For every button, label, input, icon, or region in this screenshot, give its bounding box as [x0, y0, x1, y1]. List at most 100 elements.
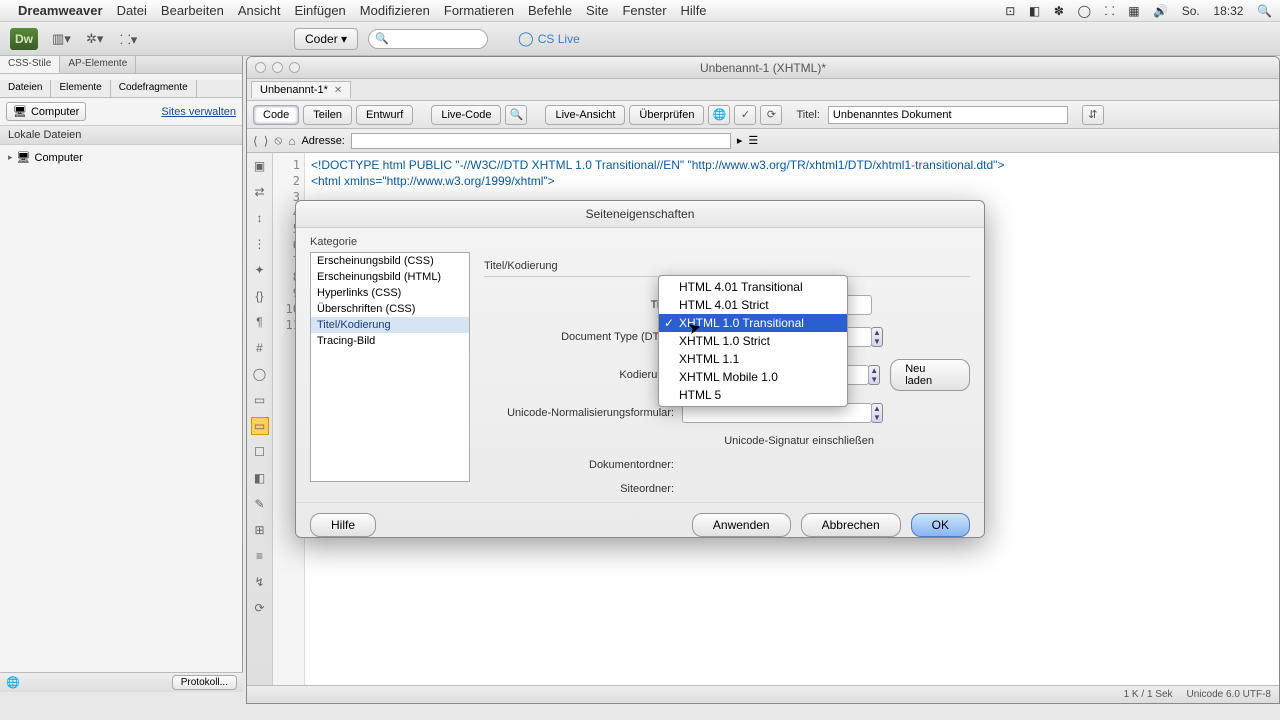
- computer-select[interactable]: Computer: [6, 102, 86, 121]
- protokoll-button[interactable]: Protokoll...: [172, 675, 237, 690]
- neu-laden-button[interactable]: Neu laden: [890, 359, 970, 391]
- close-icon[interactable]: [255, 62, 266, 73]
- hilfe-button[interactable]: Hilfe: [310, 513, 376, 537]
- kategorie-item[interactable]: Überschriften (CSS): [311, 301, 469, 317]
- kategorie-item[interactable]: Erscheinungsbild (HTML): [311, 269, 469, 285]
- tool-icon[interactable]: ⋮: [251, 235, 269, 253]
- dtd-dropdown-popup[interactable]: HTML 4.01 Transitional HTML 4.01 Strict …: [658, 275, 848, 407]
- unicode-stepper-icon[interactable]: ▲▼: [871, 403, 883, 423]
- minimize-icon[interactable]: [272, 62, 283, 73]
- file-tree[interactable]: 🖥Computer: [0, 145, 242, 170]
- tab-elemente[interactable]: Elemente: [51, 80, 110, 97]
- view-code-button[interactable]: Code: [253, 105, 299, 125]
- view-teilen-button[interactable]: Teilen: [303, 105, 352, 125]
- workspace-selector[interactable]: Coder ▾: [294, 28, 358, 50]
- stop-icon[interactable]: ⦸: [274, 133, 282, 148]
- status-icon[interactable]: ◧: [1029, 4, 1040, 18]
- back-icon[interactable]: ⟨: [253, 134, 258, 148]
- menu-hilfe[interactable]: Hilfe: [681, 3, 707, 18]
- tool-icon[interactable]: ≡: [251, 547, 269, 565]
- menu-site[interactable]: Site: [586, 3, 608, 18]
- zoom-icon[interactable]: [289, 62, 300, 73]
- dtd-option[interactable]: HTML 5: [659, 386, 847, 404]
- tool-icon[interactable]: ⇄: [251, 183, 269, 201]
- tab-dateien[interactable]: Dateien: [0, 80, 51, 97]
- tool-icon[interactable]: #: [251, 339, 269, 357]
- cs-live-button[interactable]: CS Live: [518, 30, 580, 47]
- inspect-icon[interactable]: 🔍: [505, 105, 527, 125]
- tool-icon[interactable]: ☐: [251, 443, 269, 461]
- anwenden-button[interactable]: Anwenden: [692, 513, 791, 537]
- ok-button[interactable]: OK: [911, 513, 970, 537]
- search-input[interactable]: 🔍: [368, 29, 488, 49]
- status-icon[interactable]: ▦: [1128, 4, 1139, 18]
- dtd-option[interactable]: XHTML Mobile 1.0: [659, 368, 847, 386]
- globe-preview-icon[interactable]: 🌐: [708, 105, 730, 125]
- doc-tab-1[interactable]: Unbenannt-1*✕: [251, 81, 351, 98]
- sites-verwalten-link[interactable]: Sites verwalten: [161, 106, 236, 118]
- tool-icon[interactable]: ¶: [251, 313, 269, 331]
- live-ansicht-button[interactable]: Live-Ansicht: [545, 105, 625, 125]
- view-entwurf-button[interactable]: Entwurf: [356, 105, 413, 125]
- traffic-lights[interactable]: [255, 62, 300, 73]
- menu-fenster[interactable]: Fenster: [622, 3, 666, 18]
- status-icon[interactable]: ⸬: [1105, 4, 1115, 18]
- tool-icon[interactable]: ▣: [251, 157, 269, 175]
- dtd-stepper-icon[interactable]: ▲▼: [871, 327, 883, 347]
- layout-icon[interactable]: ▥▾: [52, 29, 76, 49]
- tree-root-computer[interactable]: 🖥Computer: [8, 149, 234, 166]
- addr-list-icon[interactable]: ☰: [748, 134, 758, 147]
- dtd-option-selected[interactable]: XHTML 1.0 Transitional: [659, 314, 847, 332]
- status-icon[interactable]: ◯: [1078, 4, 1091, 18]
- status-icon[interactable]: ✽: [1054, 4, 1064, 18]
- tool-icon[interactable]: ◧: [251, 469, 269, 487]
- tool-icon[interactable]: ⊞: [251, 521, 269, 539]
- validate-icon[interactable]: ✓: [734, 105, 756, 125]
- globe-icon[interactable]: 🌐: [6, 676, 20, 689]
- status-icon[interactable]: ⊡: [1005, 4, 1015, 18]
- tab-ap-elemente[interactable]: AP-Elemente: [60, 56, 136, 73]
- live-code-button[interactable]: Live-Code: [431, 105, 501, 125]
- bom-checkbox-label[interactable]: Unicode-Signatur einschließen: [484, 435, 874, 447]
- tab-codefragmente[interactable]: Codefragmente: [111, 80, 197, 97]
- gear-icon[interactable]: ✲▾: [86, 29, 110, 49]
- tool-icon[interactable]: {}: [251, 287, 269, 305]
- addr-go-icon[interactable]: ▸: [737, 134, 743, 147]
- file-mgmt-icon[interactable]: ⇵: [1082, 105, 1104, 125]
- dtd-option[interactable]: HTML 4.01 Transitional: [659, 278, 847, 296]
- tool-icon[interactable]: ▭: [251, 417, 269, 435]
- dtd-option[interactable]: HTML 4.01 Strict: [659, 296, 847, 314]
- kodierung-stepper-icon[interactable]: ▲▼: [868, 365, 880, 385]
- dtd-option[interactable]: XHTML 1.0 Strict: [659, 332, 847, 350]
- menu-datei[interactable]: Datei: [117, 3, 147, 18]
- spotlight-icon[interactable]: 🔍: [1257, 4, 1272, 18]
- tab-css-stile[interactable]: CSS-Stile: [0, 56, 60, 73]
- tool-icon[interactable]: ◯: [251, 365, 269, 383]
- refresh-icon[interactable]: ⟳: [760, 105, 782, 125]
- menu-ansicht[interactable]: Ansicht: [238, 3, 281, 18]
- titel-input[interactable]: [828, 106, 1068, 124]
- kategorie-item[interactable]: Erscheinungsbild (CSS): [311, 253, 469, 269]
- dtd-option[interactable]: XHTML 1.1: [659, 350, 847, 368]
- tool-icon[interactable]: ↕: [251, 209, 269, 227]
- home-icon[interactable]: ⌂: [288, 134, 295, 148]
- abbrechen-button[interactable]: Abbrechen: [801, 513, 901, 537]
- tool-icon[interactable]: ▭: [251, 391, 269, 409]
- volume-icon[interactable]: 🔊: [1153, 4, 1168, 18]
- tool-icon[interactable]: ✎: [251, 495, 269, 513]
- kategorie-item[interactable]: Hyperlinks (CSS): [311, 285, 469, 301]
- tool-icon[interactable]: ↯: [251, 573, 269, 591]
- kategorie-item[interactable]: Tracing-Bild: [311, 333, 469, 349]
- menu-einfuegen[interactable]: Einfügen: [294, 3, 345, 18]
- menu-befehle[interactable]: Befehle: [528, 3, 572, 18]
- adresse-input[interactable]: [351, 133, 731, 149]
- menu-formatieren[interactable]: Formatieren: [444, 3, 514, 18]
- tool-icon[interactable]: ✦: [251, 261, 269, 279]
- window-titlebar[interactable]: Unbenannt-1 (XHTML)*: [247, 57, 1279, 79]
- forward-icon[interactable]: ⟩: [264, 134, 269, 148]
- kategorie-listbox[interactable]: Erscheinungsbild (CSS) Erscheinungsbild …: [310, 252, 470, 482]
- kategorie-item-selected[interactable]: Titel/Kodierung: [311, 317, 469, 333]
- site-icon[interactable]: ⸬▾: [120, 29, 144, 49]
- menu-bearbeiten[interactable]: Bearbeiten: [161, 3, 224, 18]
- tool-icon[interactable]: ⟳: [251, 599, 269, 617]
